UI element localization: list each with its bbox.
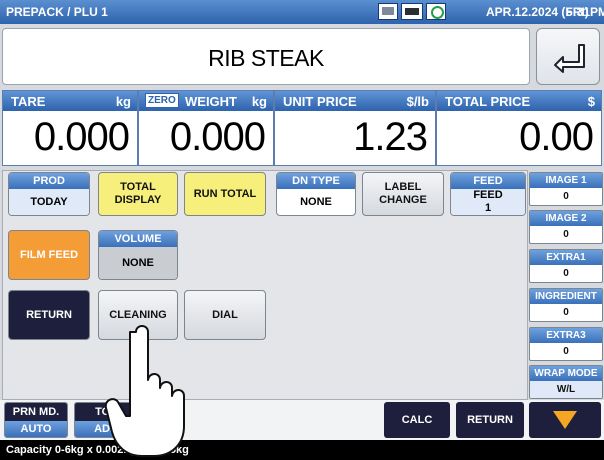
time-display: 5:31PM xyxy=(566,5,604,19)
extra1-value: 0 xyxy=(563,268,569,279)
item-name: RIB STEAK xyxy=(208,45,324,71)
image2-title: IMAGE 2 xyxy=(530,211,602,226)
dial-button[interactable]: DIAL xyxy=(184,290,266,340)
image1-title: IMAGE 1 xyxy=(530,173,602,188)
prod-value: TODAY xyxy=(9,189,89,215)
wrap-mode-value: W/L xyxy=(530,381,602,398)
unit-price-unit: $/lb xyxy=(406,94,429,109)
volume-button[interactable]: VOLUME NONE xyxy=(98,230,178,280)
dn-type-button[interactable]: DN TYPE NONE xyxy=(276,172,356,216)
tare-label: TARE xyxy=(11,94,46,109)
image1-key[interactable]: IMAGE 1 0 xyxy=(529,172,603,206)
battery-icon xyxy=(401,3,423,20)
total-price-value: 0.00 xyxy=(519,115,594,159)
feed-value: FEED 1 xyxy=(451,189,525,215)
return-button[interactable]: RETURN xyxy=(8,290,90,340)
tare-value: 0.000 xyxy=(33,115,130,159)
weight-value: 0.000 xyxy=(169,115,266,159)
tare-unit: kg xyxy=(115,94,131,109)
extra1-title: EXTRA1 xyxy=(530,250,602,265)
extra3-title: EXTRA3 xyxy=(530,328,602,343)
extra3-key[interactable]: EXTRA3 0 xyxy=(529,327,603,361)
item-name-bar: RIB STEAK xyxy=(2,28,530,85)
total-price-panel: TOTAL PRICE $ 0.00 xyxy=(436,90,602,166)
feed-title: FEED xyxy=(451,173,525,189)
feed-button[interactable]: FEED FEED 1 xyxy=(450,172,526,216)
breadcrumb: PREPACK / PLU 1 xyxy=(6,5,108,19)
image1-value: 0 xyxy=(563,191,569,202)
monitor-icon xyxy=(378,3,398,20)
dn-type-title: DN TYPE xyxy=(277,173,355,189)
total-price-unit: $ xyxy=(587,94,595,109)
pointing-hand-icon xyxy=(104,325,185,457)
volume-value: NONE xyxy=(99,247,177,279)
weight-unit: kg xyxy=(251,94,267,109)
zero-indicator: ZERO xyxy=(145,93,179,108)
calc-button[interactable]: CALC xyxy=(384,402,450,438)
film-feed-button[interactable]: FILM FEED xyxy=(8,230,90,280)
status-bar: PREPACK / PLU 1 APR.12.2024 (FRI) 5:31PM xyxy=(0,0,604,24)
prod-button[interactable]: PROD TODAY xyxy=(8,172,90,216)
extra1-key[interactable]: EXTRA1 0 xyxy=(529,249,603,283)
total-display-button[interactable]: TOTAL DISPLAY xyxy=(98,172,178,216)
ingredient-title: INGREDIENT xyxy=(530,289,602,304)
wrap-mode-title: WRAP MODE xyxy=(530,366,602,381)
weight-panel: ZERO WEIGHT kg 0.000 xyxy=(138,90,274,166)
dn-type-value: NONE xyxy=(300,195,332,208)
prn-mode-value: AUTO xyxy=(5,421,67,437)
capacity-footer: Capacity 0-6kg x 0.002kg x 0.005kg xyxy=(0,440,604,460)
scroll-down-button[interactable] xyxy=(529,402,601,438)
unit-price-value: 1.23 xyxy=(353,115,428,159)
unit-price-panel: UNIT PRICE $/lb 1.23 xyxy=(274,90,436,166)
extra3-value: 0 xyxy=(563,346,569,357)
return-bottom-button[interactable]: RETURN xyxy=(456,402,524,438)
image2-key[interactable]: IMAGE 2 0 xyxy=(529,210,603,244)
back-button[interactable] xyxy=(536,28,600,85)
prod-title: PROD xyxy=(9,173,89,189)
prn-mode-button[interactable]: PRN MD. AUTO xyxy=(4,402,68,438)
total-price-label: TOTAL PRICE xyxy=(445,94,531,109)
image2-value: 0 xyxy=(563,229,569,240)
ingredient-key[interactable]: INGREDIENT 0 xyxy=(529,288,603,322)
return-arrow-icon xyxy=(554,44,585,73)
wrap-mode-key[interactable]: WRAP MODE W/L xyxy=(529,365,603,399)
tare-panel: TARE kg 0.000 xyxy=(2,90,138,166)
label-change-button[interactable]: LABEL CHANGE xyxy=(362,172,444,216)
network-icon xyxy=(426,3,446,20)
prn-mode-title: PRN MD. xyxy=(5,403,67,421)
ingredient-value: 0 xyxy=(563,307,569,318)
run-total-button[interactable]: RUN TOTAL xyxy=(184,172,266,216)
volume-title: VOLUME xyxy=(99,231,177,247)
unit-price-label: UNIT PRICE xyxy=(283,94,357,109)
weight-label: WEIGHT xyxy=(185,94,237,109)
